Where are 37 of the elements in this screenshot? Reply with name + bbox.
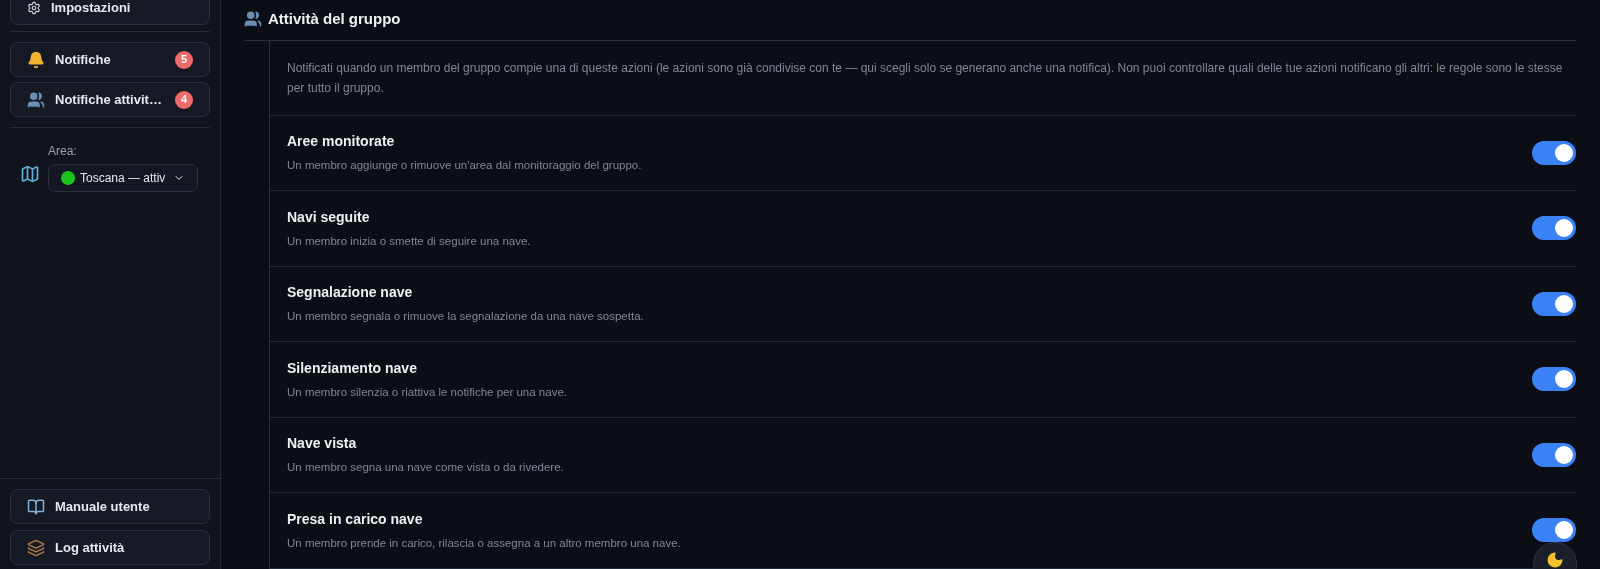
area-label: Area: xyxy=(48,143,78,160)
setting-description: Un membro segna una nave come vista o da rivedere. xyxy=(287,460,565,476)
setting-description: Un membro aggiunge o rimuove un'area dal monitoraggio del gruppo. xyxy=(287,158,643,174)
users-icon xyxy=(27,90,45,109)
sidebar-button[interactable]: Notifiche attivit… 4 xyxy=(10,82,210,117)
setting-title: Nave vista xyxy=(287,434,358,454)
setting-title: Navi seguite xyxy=(287,207,371,227)
settings-icon xyxy=(27,0,41,15)
count-badge: 5 xyxy=(175,50,193,69)
area-select[interactable]: Toscana — attiv xyxy=(48,164,198,192)
setting-description: Un membro inizia o smette di seguire una nave. xyxy=(287,233,532,249)
book-icon xyxy=(27,497,45,516)
toggle-switch[interactable] xyxy=(1532,442,1576,467)
sidebar-button[interactable]: Log attività xyxy=(10,530,210,565)
setting-title: Silenziamento nave xyxy=(287,358,418,378)
section-description: Notificati quando un membro del gruppo compie una di queste azioni (le azioni sono già condivise con te — qui scegli solo se generano anche una notifica). Non puoi controllare quali delle tue azioni notificano gli altri: le regole sono le stesse per tutto il gruppo. xyxy=(270,40,1576,116)
setting-title: Presa in carico nave xyxy=(287,509,424,529)
toggle-switch[interactable] xyxy=(1532,291,1576,316)
setting-description: Un membro prende in carico, rilascia o assegna a un altro membro una nave. xyxy=(287,535,682,551)
users-icon xyxy=(244,10,262,29)
map-icon xyxy=(20,164,40,184)
setting-title: Segnalazione nave xyxy=(287,283,414,303)
logs-icon xyxy=(27,538,45,557)
sidebar-button[interactable]: Manuale utente xyxy=(10,489,210,524)
bell-icon xyxy=(27,50,45,69)
count-badge: 4 xyxy=(175,90,193,109)
toggle-switch[interactable] xyxy=(1532,367,1576,392)
setting-title: Aree monitorate xyxy=(287,132,396,152)
sidebar-button[interactable]: Notifiche 5 xyxy=(10,42,210,77)
settings-button[interactable]: Impostazioni xyxy=(10,0,210,25)
toggle-switch[interactable] xyxy=(1532,140,1576,165)
toggle-switch[interactable] xyxy=(1532,216,1576,241)
section-title: Attività del gruppo xyxy=(268,9,401,29)
setting-description: Un membro silenzia o riattiva le notifiche per una nave. xyxy=(287,384,568,400)
toggle-switch[interactable] xyxy=(1532,518,1576,543)
moon-icon xyxy=(1546,551,1564,569)
setting-description: Un membro segnala o rimuove la segnalazione da una nave sospetta. xyxy=(287,309,645,325)
